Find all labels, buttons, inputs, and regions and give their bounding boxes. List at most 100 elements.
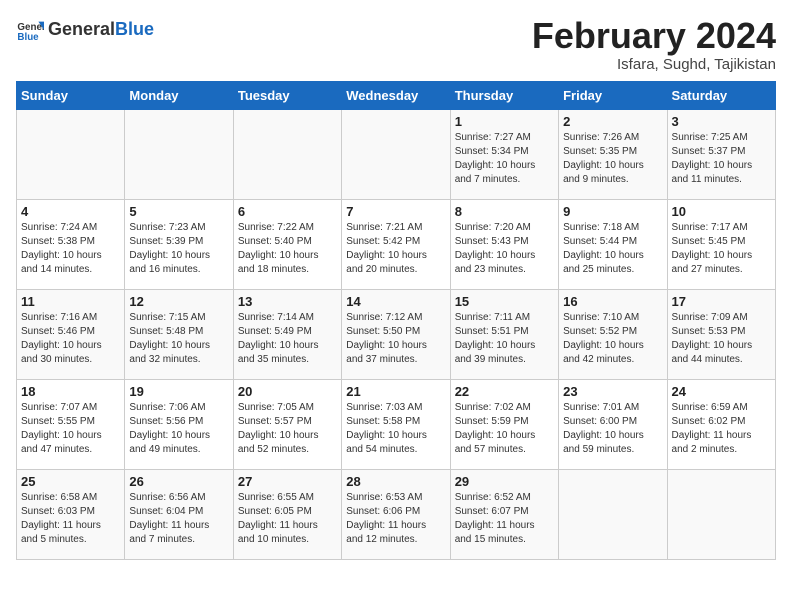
calendar-cell: 10 Sunrise: 7:17 AM Sunset: 5:45 PM Dayli… <box>667 199 775 289</box>
calendar-cell: 18 Sunrise: 7:07 AM Sunset: 5:55 PM Dayli… <box>17 379 125 469</box>
day-info: Sunrise: 7:05 AM Sunset: 5:57 PM Dayligh… <box>238 401 337 457</box>
calendar-cell: 24 Sunrise: 6:59 AM Sunset: 6:02 PM Dayli… <box>667 379 775 469</box>
calendar-cell: 8Sunrise: 7:20 AM Sunset: 5:43 PM Daylig… <box>450 199 558 289</box>
header-wednesday: Wednesday <box>342 81 450 109</box>
calendar-cell <box>667 469 775 559</box>
logo-icon: General Blue <box>16 16 44 44</box>
day-number: 16 <box>563 294 662 309</box>
day-number: 11 <box>21 294 120 309</box>
calendar-cell: 14 Sunrise: 7:12 AM Sunset: 5:50 PM Dayli… <box>342 289 450 379</box>
calendar-table: Sunday Monday Tuesday Wednesday Thursday… <box>16 81 776 560</box>
day-info: Sunrise: 7:18 AM Sunset: 5:44 PM Dayligh… <box>563 221 662 277</box>
calendar-week-5: 25 Sunrise: 6:58 AM Sunset: 6:03 PM Dayli… <box>17 469 776 559</box>
header: General Blue GeneralBlue February 2024 I… <box>16 16 776 73</box>
calendar-cell <box>559 469 667 559</box>
header-friday: Friday <box>559 81 667 109</box>
day-info: Sunrise: 7:11 AM Sunset: 5:51 PM Dayligh… <box>455 311 554 367</box>
day-number: 21 <box>346 384 445 399</box>
day-info: Sunrise: 6:59 AM Sunset: 6:02 PM Dayligh… <box>672 401 771 457</box>
day-number: 3 <box>672 114 771 129</box>
day-number: 9 <box>563 204 662 219</box>
calendar-cell: 5Sunrise: 7:23 AM Sunset: 5:39 PM Daylig… <box>125 199 233 289</box>
calendar-cell: 27 Sunrise: 6:55 AM Sunset: 6:05 PM Dayli… <box>233 469 341 559</box>
day-info: Sunrise: 7:25 AM Sunset: 5:37 PM Dayligh… <box>672 131 771 187</box>
day-number: 25 <box>21 474 120 489</box>
calendar-cell: 17 Sunrise: 7:09 AM Sunset: 5:53 PM Dayli… <box>667 289 775 379</box>
day-info: Sunrise: 7:10 AM Sunset: 5:52 PM Dayligh… <box>563 311 662 367</box>
calendar-week-1: 1 Sunrise: 7:27 AM Sunset: 5:34 PM Daylig… <box>17 109 776 199</box>
main-title: February 2024 <box>532 16 776 56</box>
calendar-cell: 2Sunrise: 7:26 AM Sunset: 5:35 PM Daylig… <box>559 109 667 199</box>
header-monday: Monday <box>125 81 233 109</box>
calendar-cell: 4 Sunrise: 7:24 AM Sunset: 5:38 PM Daylig… <box>17 199 125 289</box>
day-info: Sunrise: 7:12 AM Sunset: 5:50 PM Dayligh… <box>346 311 445 367</box>
day-info: Sunrise: 7:07 AM Sunset: 5:55 PM Dayligh… <box>21 401 120 457</box>
header-saturday: Saturday <box>667 81 775 109</box>
calendar-cell: 22 Sunrise: 7:02 AM Sunset: 5:59 PM Dayli… <box>450 379 558 469</box>
calendar-cell: 16 Sunrise: 7:10 AM Sunset: 5:52 PM Dayli… <box>559 289 667 379</box>
day-info: Sunrise: 7:16 AM Sunset: 5:46 PM Dayligh… <box>21 311 120 367</box>
calendar-cell: 12Sunrise: 7:15 AM Sunset: 5:48 PM Dayli… <box>125 289 233 379</box>
calendar-cell: 23Sunrise: 7:01 AM Sunset: 6:00 PM Dayli… <box>559 379 667 469</box>
day-number: 18 <box>21 384 120 399</box>
calendar-cell: 29 Sunrise: 6:52 AM Sunset: 6:07 PM Dayli… <box>450 469 558 559</box>
logo-general-text: General <box>48 19 115 39</box>
calendar-header-row: Sunday Monday Tuesday Wednesday Thursday… <box>17 81 776 109</box>
day-info: Sunrise: 7:24 AM Sunset: 5:38 PM Dayligh… <box>21 221 120 277</box>
calendar-cell: 6Sunrise: 7:22 AM Sunset: 5:40 PM Daylig… <box>233 199 341 289</box>
calendar-cell <box>17 109 125 199</box>
day-info: Sunrise: 6:58 AM Sunset: 6:03 PM Dayligh… <box>21 491 120 547</box>
day-number: 19 <box>129 384 228 399</box>
day-info: Sunrise: 7:03 AM Sunset: 5:58 PM Dayligh… <box>346 401 445 457</box>
day-number: 12 <box>129 294 228 309</box>
calendar-cell: 1 Sunrise: 7:27 AM Sunset: 5:34 PM Daylig… <box>450 109 558 199</box>
day-info: Sunrise: 7:20 AM Sunset: 5:43 PM Dayligh… <box>455 221 554 277</box>
day-number: 24 <box>672 384 771 399</box>
day-number: 27 <box>238 474 337 489</box>
day-info: Sunrise: 7:17 AM Sunset: 5:45 PM Dayligh… <box>672 221 771 277</box>
logo-blue-text: Blue <box>115 19 154 39</box>
subtitle: Isfara, Sughd, Tajikistan <box>532 56 776 73</box>
day-number: 4 <box>21 204 120 219</box>
header-sunday: Sunday <box>17 81 125 109</box>
day-number: 5 <box>129 204 228 219</box>
title-area: February 2024 Isfara, Sughd, Tajikistan <box>532 16 776 73</box>
calendar-cell: 9 Sunrise: 7:18 AM Sunset: 5:44 PM Daylig… <box>559 199 667 289</box>
calendar-cell: 28Sunrise: 6:53 AM Sunset: 6:06 PM Dayli… <box>342 469 450 559</box>
day-info: Sunrise: 7:14 AM Sunset: 5:49 PM Dayligh… <box>238 311 337 367</box>
calendar-week-2: 4 Sunrise: 7:24 AM Sunset: 5:38 PM Daylig… <box>17 199 776 289</box>
svg-text:Blue: Blue <box>17 32 39 43</box>
calendar-cell: 20 Sunrise: 7:05 AM Sunset: 5:57 PM Dayli… <box>233 379 341 469</box>
calendar-cell: 21 Sunrise: 7:03 AM Sunset: 5:58 PM Dayli… <box>342 379 450 469</box>
calendar-cell: 3 Sunrise: 7:25 AM Sunset: 5:37 PM Daylig… <box>667 109 775 199</box>
header-tuesday: Tuesday <box>233 81 341 109</box>
day-number: 29 <box>455 474 554 489</box>
calendar-cell: 19 Sunrise: 7:06 AM Sunset: 5:56 PM Dayli… <box>125 379 233 469</box>
day-number: 17 <box>672 294 771 309</box>
day-info: Sunrise: 7:06 AM Sunset: 5:56 PM Dayligh… <box>129 401 228 457</box>
calendar-cell: 25 Sunrise: 6:58 AM Sunset: 6:03 PM Dayli… <box>17 469 125 559</box>
header-thursday: Thursday <box>450 81 558 109</box>
calendar-cell <box>233 109 341 199</box>
day-number: 22 <box>455 384 554 399</box>
day-number: 23 <box>563 384 662 399</box>
day-info: Sunrise: 7:27 AM Sunset: 5:34 PM Dayligh… <box>455 131 554 187</box>
day-number: 1 <box>455 114 554 129</box>
day-info: Sunrise: 7:26 AM Sunset: 5:35 PM Dayligh… <box>563 131 662 187</box>
day-info: Sunrise: 6:55 AM Sunset: 6:05 PM Dayligh… <box>238 491 337 547</box>
day-info: Sunrise: 6:52 AM Sunset: 6:07 PM Dayligh… <box>455 491 554 547</box>
day-number: 10 <box>672 204 771 219</box>
logo: General Blue GeneralBlue <box>16 16 154 44</box>
day-number: 15 <box>455 294 554 309</box>
day-info: Sunrise: 7:09 AM Sunset: 5:53 PM Dayligh… <box>672 311 771 367</box>
calendar-cell: 13 Sunrise: 7:14 AM Sunset: 5:49 PM Dayli… <box>233 289 341 379</box>
day-number: 20 <box>238 384 337 399</box>
day-number: 13 <box>238 294 337 309</box>
day-number: 7 <box>346 204 445 219</box>
calendar-cell: 7Sunrise: 7:21 AM Sunset: 5:42 PM Daylig… <box>342 199 450 289</box>
day-number: 14 <box>346 294 445 309</box>
day-number: 6 <box>238 204 337 219</box>
calendar-cell: 11 Sunrise: 7:16 AM Sunset: 5:46 PM Dayli… <box>17 289 125 379</box>
calendar-cell: 26Sunrise: 6:56 AM Sunset: 6:04 PM Dayli… <box>125 469 233 559</box>
day-info: Sunrise: 7:02 AM Sunset: 5:59 PM Dayligh… <box>455 401 554 457</box>
